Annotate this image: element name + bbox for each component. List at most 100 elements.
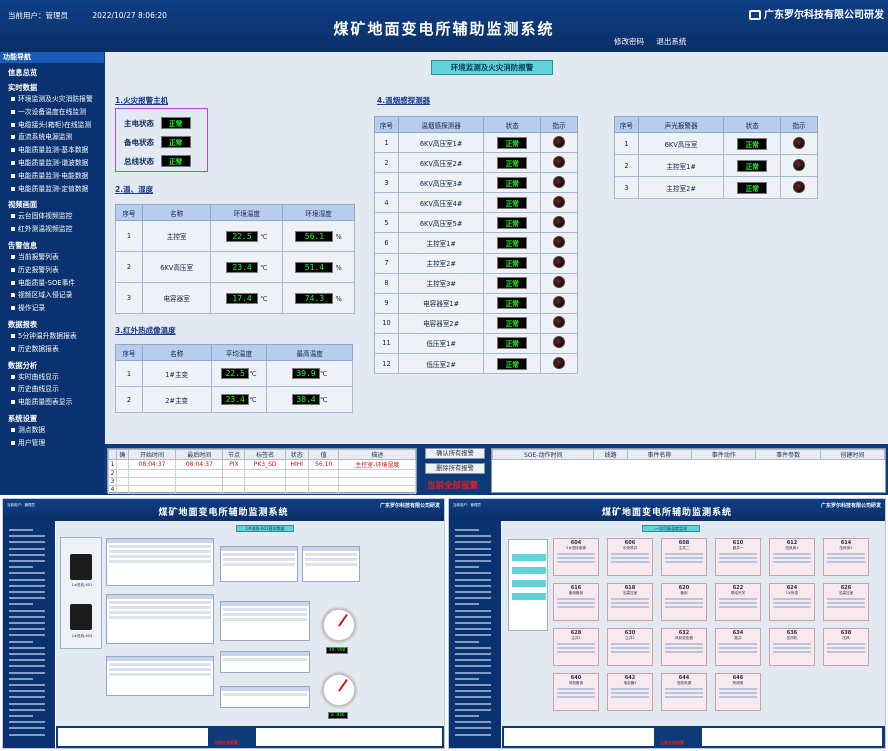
sidebar-group[interactable]: 告警信息 bbox=[0, 240, 104, 251]
row-name: 6KV高压室5# bbox=[397, 212, 485, 234]
temperature-card[interactable]: 640 风机备用 bbox=[553, 673, 599, 711]
thumb1-main: 1#进线-601基本数据 1#进线-601 2#进线-604 49.998 0.… bbox=[56, 521, 444, 726]
temperature-card[interactable]: 630 主井2 bbox=[607, 628, 653, 666]
temperature-card[interactable]: 610 副井一 bbox=[715, 538, 761, 576]
sidebar-group[interactable]: 系统设置 bbox=[0, 413, 104, 424]
row-no: 1 bbox=[614, 132, 639, 155]
sidebar-item[interactable]: 电能质量监测-谐波数据 bbox=[0, 157, 104, 170]
sidebar-item[interactable]: 实时曲线显示 bbox=[0, 371, 104, 384]
temperature-card[interactable]: 622 联络开关 bbox=[715, 583, 761, 621]
alarm-row[interactable]: 2 bbox=[108, 469, 416, 478]
thumb1-banner: 1#进线-601基本数据 bbox=[236, 525, 294, 532]
temperature-card[interactable]: 618 至高压室 bbox=[607, 583, 653, 621]
sidebar-item[interactable]: 用户管理 bbox=[0, 437, 104, 450]
temperature-card[interactable]: 620 备用 bbox=[661, 583, 707, 621]
sidebar-item[interactable]: 历史数据报表 bbox=[0, 343, 104, 356]
thumb2-all-alarms[interactable]: 当前全部报警 bbox=[660, 740, 684, 746]
soe-grid[interactable]: SOE-动作时间 线路 事件名称 事件动作 事件参数 创建时间 bbox=[491, 448, 886, 493]
temperature-card[interactable]: 614 压风房2 bbox=[823, 538, 869, 576]
sidebar-item[interactable]: 电能质量-SOE事件 bbox=[0, 277, 104, 290]
indicator-cell bbox=[540, 272, 578, 294]
delete-all-button[interactable]: 删除所有报警 bbox=[425, 463, 485, 474]
temperature-card[interactable]: 608 主井二 bbox=[661, 538, 707, 576]
alarm-row[interactable]: 4 bbox=[108, 485, 416, 494]
thumb-sidebar-line bbox=[9, 653, 45, 655]
sidebar-group[interactable]: 信息总览 bbox=[0, 67, 104, 78]
alarm-col-header[interactable]: 节点 bbox=[222, 449, 246, 460]
sidebar-group[interactable]: 实时数据 bbox=[0, 82, 104, 93]
soe-col-header[interactable]: 事件动作 bbox=[691, 449, 757, 460]
sidebar-item[interactable]: 红外测温视频监控 bbox=[0, 223, 104, 236]
sidebar-item[interactable]: 一次设备温度在线监测 bbox=[0, 106, 104, 119]
sidebar-group[interactable]: 视频画面 bbox=[0, 199, 104, 210]
sidebar-item[interactable]: 电缆接头(箱柜)在线监测 bbox=[0, 119, 104, 132]
sidebar-item[interactable]: 历史曲线显示 bbox=[0, 383, 104, 396]
temperature-card[interactable]: 644 进线电源 bbox=[661, 673, 707, 711]
sidebar-item[interactable]: 电能质量监测-定值数据 bbox=[0, 183, 104, 196]
all-alarms-link[interactable]: 当前全部报警 bbox=[427, 479, 478, 491]
temperature-card[interactable]: 612 压风房2 bbox=[769, 538, 815, 576]
temperature-card[interactable]: 624 1#所变 bbox=[769, 583, 815, 621]
sidebar-item[interactable]: 云台固体视频监控 bbox=[0, 210, 104, 223]
temperature-card[interactable]: 646 所用电 bbox=[715, 673, 761, 711]
sidebar-group[interactable]: 数据报表 bbox=[0, 319, 104, 330]
temperature-card[interactable]: 628 主井1 bbox=[553, 628, 599, 666]
alarm-col-header[interactable]: 状态 bbox=[284, 449, 309, 460]
sidebar-item[interactable]: 环境监测及火灾消防报警 bbox=[0, 93, 104, 106]
temperature-card[interactable]: 638 压风 bbox=[823, 628, 869, 666]
change-password-link[interactable]: 修改密码 bbox=[614, 37, 644, 46]
alarm-col-header[interactable]: 确 bbox=[116, 449, 129, 460]
thumb-sidebar-line bbox=[9, 646, 45, 649]
temperature-card[interactable]: 634 副井 bbox=[715, 628, 761, 666]
temperature-card[interactable]: 616 备用备用 bbox=[553, 583, 599, 621]
exit-link[interactable]: 退出系统 bbox=[656, 37, 686, 46]
soe-col-header[interactable]: SOE-动作时间 bbox=[491, 449, 595, 460]
alarm-row[interactable]: 3 bbox=[108, 477, 416, 486]
sidebar-item[interactable]: 直流系统电源监测 bbox=[0, 131, 104, 144]
temperature-card[interactable]: 626 至高压室 bbox=[823, 583, 869, 621]
soe-col-header[interactable]: 事件名称 bbox=[626, 449, 693, 460]
ack-all-button[interactable]: 确认所有报警 bbox=[425, 448, 485, 459]
filter-item[interactable] bbox=[512, 554, 546, 561]
alarm-row[interactable]: 1 08:04:37 08:04:37 PIX PK3_SD HIHI 56.10 主控室-环… bbox=[108, 459, 416, 470]
row-name: 6KV高压室 bbox=[637, 132, 725, 155]
sidebar-item[interactable]: 历史报警列表 bbox=[0, 264, 104, 277]
soe-col-header[interactable]: 事件参数 bbox=[755, 449, 821, 460]
power-table bbox=[106, 656, 214, 696]
alarm-grid[interactable]: 确开始时间 最后时间 节点 标签名 状态值描述 1 08:04:37 08:04:37 PIX… bbox=[107, 448, 417, 494]
th-smoke-ind: 指示 bbox=[540, 116, 578, 133]
card-name: 压风机 bbox=[786, 636, 798, 640]
sidebar-item[interactable]: 电能质量监测-电能数据 bbox=[0, 170, 104, 183]
alarm-col-header[interactable]: 最后时间 bbox=[175, 449, 224, 460]
sidebar-item[interactable]: 视频区域入侵记录 bbox=[0, 289, 104, 302]
temperature-card[interactable]: 604 2#进线电源 bbox=[553, 538, 599, 576]
row-name: 电容器室 bbox=[141, 282, 212, 314]
thumb-sidebar-line bbox=[455, 653, 491, 655]
thumb1-all-alarms[interactable]: 当前全部报警 bbox=[214, 740, 238, 746]
soe-col-header[interactable]: 线路 bbox=[593, 449, 628, 460]
filter-item[interactable] bbox=[512, 593, 546, 600]
sidebar-item[interactable]: 5分钟温升数据报表 bbox=[0, 330, 104, 343]
temperature-card[interactable]: 606 中央风井 bbox=[607, 538, 653, 576]
alarm-col-header[interactable]: 值 bbox=[307, 449, 340, 460]
alarm-col-header[interactable]: 开始时间 bbox=[127, 449, 177, 460]
thumb-sidebar-line bbox=[455, 609, 491, 612]
soe-col-header[interactable]: 创建时间 bbox=[819, 449, 886, 460]
alarm-cell bbox=[175, 477, 224, 486]
sidebar-heading: 功能导航 bbox=[0, 52, 104, 63]
sidebar-item[interactable]: 测点数据 bbox=[0, 424, 104, 437]
sidebar-item[interactable]: 操作记录 bbox=[0, 302, 104, 315]
filter-item[interactable] bbox=[512, 580, 546, 587]
filter-item[interactable] bbox=[512, 567, 546, 574]
sidebar-group[interactable]: 数据分析 bbox=[0, 360, 104, 371]
temperature-card[interactable]: 636 压风机 bbox=[769, 628, 815, 666]
temperature-card[interactable]: 632 风机变压器 bbox=[661, 628, 707, 666]
th-ir-no: 序号 bbox=[115, 344, 143, 361]
sidebar-item[interactable]: 电能质量图表显示 bbox=[0, 396, 104, 409]
sidebar-item[interactable]: 电能质量监测-基本数据 bbox=[0, 144, 104, 157]
alarm-col-header[interactable]: 描述 bbox=[338, 449, 416, 460]
row-no: 2 bbox=[115, 251, 143, 283]
sidebar-item[interactable]: 当前报警列表 bbox=[0, 251, 104, 264]
alarm-col-header[interactable]: 标签名 bbox=[244, 449, 286, 460]
temperature-card[interactable]: 642 电容器2 bbox=[607, 673, 653, 711]
